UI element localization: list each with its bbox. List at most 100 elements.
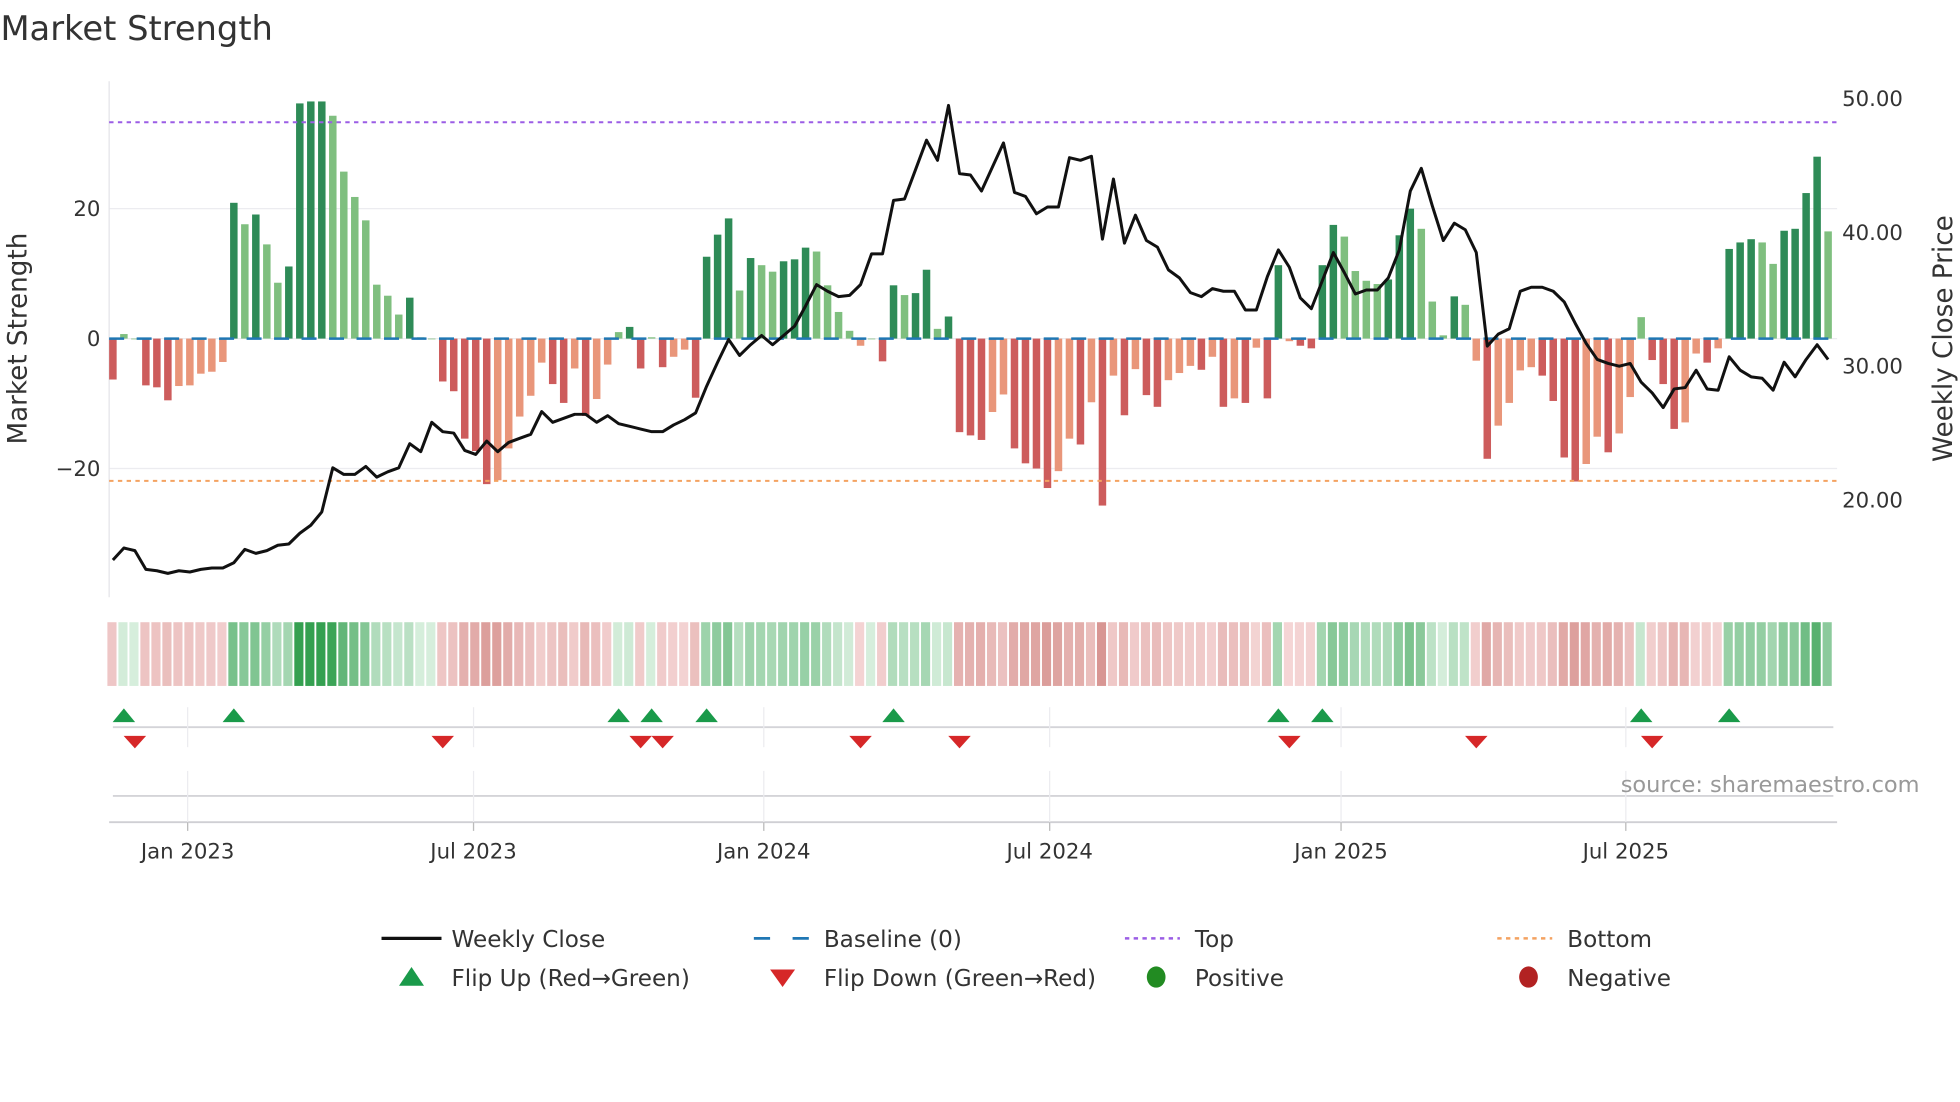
strip-cell	[997, 622, 1008, 686]
strength-bar	[669, 338, 678, 357]
strength-bar	[1054, 338, 1063, 472]
strength-bar	[1274, 265, 1283, 339]
strength-bar	[955, 338, 964, 433]
strip-cell	[1349, 622, 1359, 686]
flip-up-icon	[1267, 708, 1290, 723]
strip-cell	[1635, 622, 1645, 686]
legend-label: Negative	[1567, 966, 1671, 992]
x-tick-label: Jan 2025	[1292, 839, 1388, 864]
x-tick-label: Jan 2024	[715, 839, 811, 864]
strength-bar	[559, 338, 568, 403]
strength-bar	[1560, 338, 1568, 458]
strength-heat-strip	[107, 622, 1832, 686]
strength-bar	[1197, 338, 1206, 370]
strip-cell	[1569, 622, 1579, 686]
strength-bar	[1032, 338, 1041, 469]
strip-cell	[1701, 622, 1711, 686]
strip-cell	[580, 622, 590, 686]
strip-cell	[426, 622, 436, 686]
strength-bar	[768, 271, 777, 339]
strip-cell	[459, 622, 469, 686]
flip-down-icon	[123, 735, 147, 749]
strip-cell	[558, 622, 568, 686]
strip-cell	[1580, 622, 1590, 686]
strength-bar	[230, 202, 238, 339]
strip-cell	[778, 622, 788, 686]
x-tick-label: Jul 2023	[428, 839, 516, 864]
strength-bar	[1450, 296, 1459, 339]
strength-bar	[713, 234, 722, 339]
strength-bar	[1571, 338, 1579, 482]
strength-bar	[406, 297, 414, 339]
strip-cell	[393, 622, 403, 686]
strip-cell	[1074, 622, 1085, 686]
left-tick-label: 0	[87, 327, 101, 352]
flip-down-icon	[1465, 735, 1488, 749]
strength-bar	[482, 338, 491, 485]
strength-bar	[351, 196, 359, 339]
strength-bar	[1637, 317, 1645, 339]
strength-bar	[933, 328, 942, 339]
strip-cell	[1415, 622, 1425, 686]
flip-down-icon	[849, 735, 872, 749]
strength-bar	[1472, 338, 1481, 361]
strip-cell	[118, 622, 128, 686]
strength-bar	[1582, 338, 1590, 464]
strength-bar	[109, 338, 117, 380]
strip-cell	[1030, 622, 1041, 686]
strength-bar	[1219, 338, 1228, 407]
strength-bar	[834, 311, 843, 339]
strength-bar	[988, 338, 997, 413]
strength-bar	[900, 295, 909, 339]
strength-bar	[922, 269, 931, 339]
strength-bars	[109, 101, 1832, 506]
strength-bar	[724, 218, 733, 339]
market-strength-chart: Market Strength 20 0 −20 50.00 40.00 30.00 20.…	[0, 9, 1959, 992]
strength-bar	[164, 338, 172, 401]
strip-cell	[360, 622, 370, 686]
strip-cell	[195, 622, 205, 686]
strip-cell	[657, 622, 667, 686]
strip-cell	[1316, 622, 1326, 686]
strip-cell	[734, 622, 744, 686]
strength-bar	[1186, 338, 1195, 366]
strength-bar	[285, 266, 293, 339]
strip-cell	[591, 622, 601, 686]
strip-cell	[1558, 622, 1568, 686]
strength-bar	[878, 338, 887, 362]
strength-bar	[449, 338, 458, 392]
flip-down-icon	[1640, 735, 1664, 749]
strip-cell	[602, 622, 612, 686]
strength-bar	[647, 337, 656, 339]
strength-bar	[274, 282, 282, 339]
strip-cell	[1712, 622, 1722, 686]
strength-bar	[1087, 338, 1096, 403]
strength-bar	[691, 338, 700, 398]
strip-cell	[1371, 622, 1381, 686]
strip-cell	[1448, 622, 1458, 686]
strip-cell	[503, 622, 513, 686]
strip-cell	[1800, 622, 1810, 686]
right-tick-label: 20.00	[1842, 488, 1903, 513]
legend-flip-up-icon	[399, 967, 425, 986]
strength-bar	[548, 338, 557, 385]
strength-bar	[658, 338, 667, 368]
strength-bar	[1736, 242, 1744, 339]
strip-cell	[1404, 622, 1414, 686]
strip-cell	[250, 622, 260, 686]
legend-label: Top	[1194, 927, 1234, 953]
strip-cell	[635, 622, 645, 686]
strip-cell	[305, 622, 315, 686]
strip-cell	[404, 622, 414, 686]
strip-cell	[1096, 622, 1107, 686]
strength-bar	[153, 338, 161, 388]
strength-bar	[966, 338, 975, 436]
strip-cell	[1052, 622, 1063, 686]
strip-cell	[492, 622, 502, 686]
strip-cell	[1393, 622, 1403, 686]
strength-bar	[1516, 338, 1525, 371]
strength-bar	[504, 338, 513, 449]
strength-bar	[515, 338, 524, 417]
source-credit: source: sharemaestro.com	[1621, 772, 1920, 798]
legend-label: Flip Down (Green→Red)	[824, 966, 1096, 992]
